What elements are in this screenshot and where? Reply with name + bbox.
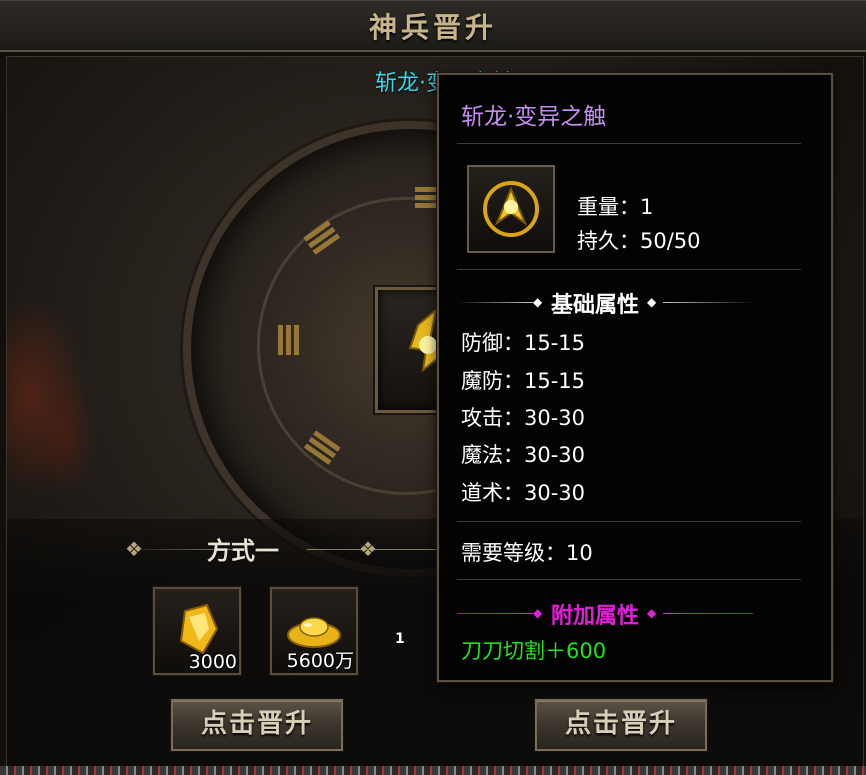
tooltip-item-name: 斩龙·变异之触 xyxy=(461,104,607,130)
cost-count: 5600万 xyxy=(286,650,354,672)
divider xyxy=(663,613,753,614)
tooltip-durability: 持久：50/50 xyxy=(577,229,701,253)
index-label: 1 xyxy=(395,631,405,647)
cost-count: 3000 xyxy=(188,651,237,673)
cost-slot-crystal[interactable]: 3000 xyxy=(153,587,241,675)
diamond-icon: ◆ xyxy=(647,606,657,620)
attr-row: 攻击：30-30 xyxy=(461,406,586,430)
diamond-icon: ◆ xyxy=(647,295,657,309)
item-tooltip: 斩龙·变异之触 重量：1 持久：50/50 ◆ 基础属性 ◆ 防御：15-15 … xyxy=(437,73,833,682)
extra-attribute: 刀刀切割＋600 xyxy=(461,639,607,663)
divider xyxy=(457,613,533,614)
upgrade-button-right[interactable]: 点击晋升 xyxy=(535,699,707,751)
divider xyxy=(457,302,533,303)
divider xyxy=(457,579,801,580)
attr-row: 魔防：15-15 xyxy=(461,369,586,393)
base-attributes-title: 基础属性 xyxy=(551,292,640,318)
ornament-icon: ❖ xyxy=(359,537,377,561)
tooltip-item-slot xyxy=(467,165,555,253)
attr-row: 防御：15-15 xyxy=(461,331,586,355)
diamond-icon: ◆ xyxy=(533,295,543,309)
divider xyxy=(457,143,801,144)
trigram-icon xyxy=(277,325,299,355)
bottom-strip xyxy=(0,766,866,775)
upgrade-button-left[interactable]: 点击晋升 xyxy=(171,699,343,751)
divider xyxy=(457,269,801,270)
cost-slot-gold[interactable]: 5600万 xyxy=(270,587,358,675)
attr-row: 道术：30-30 xyxy=(461,481,586,505)
base-attributes-header: ◆ 基础属性 ◆ xyxy=(457,289,803,318)
extra-attributes-title: 附加属性 xyxy=(551,603,640,629)
window-title: 神兵晋升 xyxy=(368,11,497,44)
extra-attributes-header: ◆ 附加属性 ◆ xyxy=(457,600,803,629)
attr-row: 魔法：30-30 xyxy=(461,443,586,467)
weapon-icon xyxy=(483,181,539,237)
lava-crack xyxy=(37,377,97,497)
ornament-icon: ❖ xyxy=(125,537,143,561)
game-window: 神兵晋升 斩龙·变异之触 ❖ 方式一 ❖ xyxy=(0,0,866,775)
diamond-icon: ◆ xyxy=(533,606,543,620)
divider xyxy=(457,521,801,522)
title-bar: 神兵晋升 xyxy=(0,0,866,52)
required-level: 需要等级：10 xyxy=(461,541,593,565)
tooltip-weight: 重量：1 xyxy=(577,195,654,219)
method-label: 方式一 xyxy=(207,537,279,565)
divider xyxy=(663,302,753,303)
